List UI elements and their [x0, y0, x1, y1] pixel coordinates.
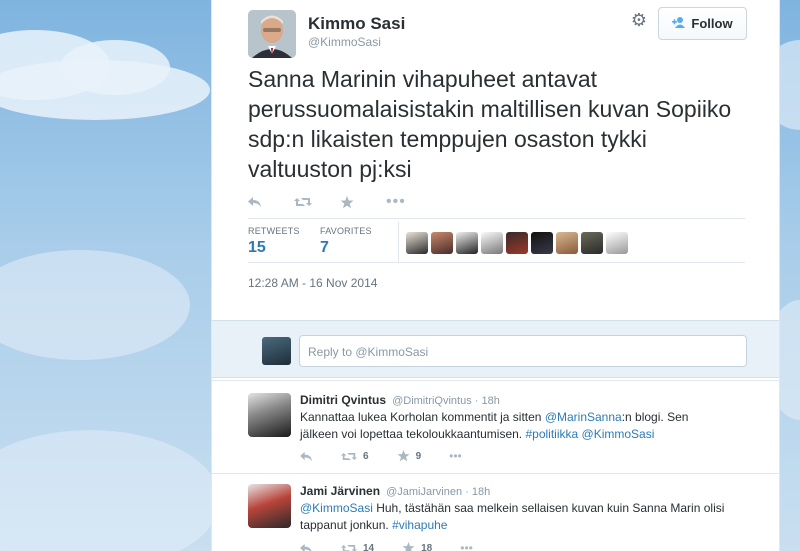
reply-author-handle[interactable]: @JamiJarvinen — [386, 486, 462, 498]
divider — [248, 218, 745, 219]
retweet-action[interactable]: 6 — [341, 451, 369, 462]
star-icon — [402, 542, 415, 551]
retweet-icon[interactable] — [294, 192, 340, 212]
favoriter-avatar[interactable] — [456, 232, 478, 254]
favoriters-avatars — [406, 232, 628, 254]
author-avatar[interactable] — [248, 10, 296, 58]
retweet-action[interactable]: 14 — [341, 543, 374, 551]
reply-author-avatar[interactable] — [248, 393, 291, 437]
background-cloud — [0, 250, 190, 360]
mention-link[interactable]: @MarinSanna — [545, 410, 622, 424]
reply-text-segment: :n blogi. Sen — [621, 410, 689, 424]
reply-icon[interactable] — [248, 192, 294, 212]
tweet-text: Sanna Marinin vihapuheet antavat perussu… — [248, 66, 732, 182]
star-icon — [397, 450, 410, 462]
reply-author-name[interactable]: Jami Järvinen — [300, 484, 380, 498]
retweet-icon — [341, 544, 357, 551]
favoriter-avatar[interactable] — [481, 232, 503, 254]
reply-placeholder: Reply to @KimmoSasi — [308, 345, 429, 359]
tweet-actions: ••• — [248, 192, 432, 212]
reply-header: Jami Järvinen @JamiJarvinen · 18h — [300, 484, 490, 498]
reply-actions: 14 18 ••• — [300, 541, 501, 551]
retweets-label: RETWEETS — [248, 226, 300, 236]
retweets-stat[interactable]: RETWEETS 15 — [248, 226, 300, 257]
retweets-count: 15 — [248, 239, 266, 256]
retweet-icon — [341, 452, 357, 460]
mention-link[interactable]: @KimmoSasi — [582, 427, 655, 441]
reply-author-handle[interactable]: @DimitriQvintus — [392, 395, 472, 407]
reply-time[interactable]: · 18h — [475, 395, 500, 407]
retweet-count: 6 — [363, 450, 369, 462]
follow-button[interactable]: Follow — [658, 7, 747, 40]
tweet-timestamp[interactable]: 12:28 AM - 16 Nov 2014 — [248, 276, 377, 290]
reply-tweet[interactable]: Jami Järvinen @JamiJarvinen · 18h @Kimmo… — [212, 473, 779, 551]
tweet-card: Kimmo Sasi @KimmoSasi ⚙ Follow Sanna Mar… — [211, 0, 780, 551]
author-name[interactable]: Kimmo Sasi — [308, 14, 405, 34]
reply-author-avatar[interactable] — [248, 484, 291, 528]
favoriter-avatar[interactable] — [581, 232, 603, 254]
divider — [248, 262, 745, 263]
retweet-count: 14 — [363, 542, 375, 551]
author-handle[interactable]: @KimmoSasi — [308, 35, 381, 49]
reply-text-segment: jälkeen voi lopettaa tekoloukkaantumisen… — [300, 427, 526, 441]
follow-label: Follow — [691, 16, 733, 31]
divider — [398, 222, 399, 262]
reply-text-segment: Huh, tästähän saa melkein sellaisen kuva… — [372, 501, 725, 515]
gear-icon[interactable]: ⚙ — [628, 10, 650, 32]
more-icon[interactable]: ••• — [386, 192, 432, 212]
reply-time[interactable]: · 18h — [465, 486, 490, 498]
background-cloud — [0, 430, 220, 551]
hashtag-link[interactable]: #vihapuhe — [392, 518, 447, 532]
favoriter-avatar[interactable] — [506, 232, 528, 254]
mention-link[interactable]: @KimmoSasi — [300, 501, 373, 515]
favorite-action[interactable]: 9 — [397, 450, 422, 462]
reply-input[interactable]: Reply to @KimmoSasi — [299, 335, 747, 367]
favoriter-avatar[interactable] — [431, 232, 453, 254]
favorites-stat[interactable]: FAVORITES 7 — [320, 226, 372, 257]
favorite-count: 18 — [421, 542, 433, 551]
favoriter-avatar[interactable] — [531, 232, 553, 254]
background-cloud — [0, 60, 210, 120]
favorites-label: FAVORITES — [320, 226, 372, 236]
favorites-count: 7 — [320, 239, 329, 256]
reply-text-segment: Kannattaa lukea Korholan kommentit ja si… — [300, 410, 545, 424]
favorite-action[interactable]: 18 — [402, 542, 432, 551]
reply-box: Reply to @KimmoSasi — [212, 320, 779, 378]
favorite-count: 9 — [415, 450, 422, 462]
reply-text: Kannattaa lukea Korholan kommentit ja si… — [300, 409, 750, 443]
favoriter-avatar[interactable] — [406, 232, 428, 254]
hashtag-link[interactable]: #politiikka — [525, 427, 578, 441]
more-icon[interactable]: ••• — [449, 449, 462, 463]
reply-author-name[interactable]: Dimitri Qvintus — [300, 393, 386, 407]
more-icon[interactable]: ••• — [460, 541, 473, 551]
add-user-icon — [672, 16, 686, 31]
reply-text-segment: tappanut jonkun. — [300, 518, 393, 532]
reply-header: Dimitri Qvintus @DimitriQvintus · 18h — [300, 393, 500, 407]
star-icon[interactable] — [340, 192, 386, 212]
reply-icon[interactable] — [300, 543, 313, 551]
favoriter-avatar[interactable] — [606, 232, 628, 254]
reply-text: @KimmoSasi Huh, tästähän saa melkein sel… — [300, 500, 750, 534]
reply-icon[interactable] — [300, 451, 313, 462]
favoriter-avatar[interactable] — [556, 232, 578, 254]
reply-tweet[interactable]: Dimitri Qvintus @DimitriQvintus · 18h Ka… — [212, 380, 779, 472]
reply-actions: 6 9 ••• — [300, 449, 490, 463]
current-user-avatar — [262, 337, 291, 365]
